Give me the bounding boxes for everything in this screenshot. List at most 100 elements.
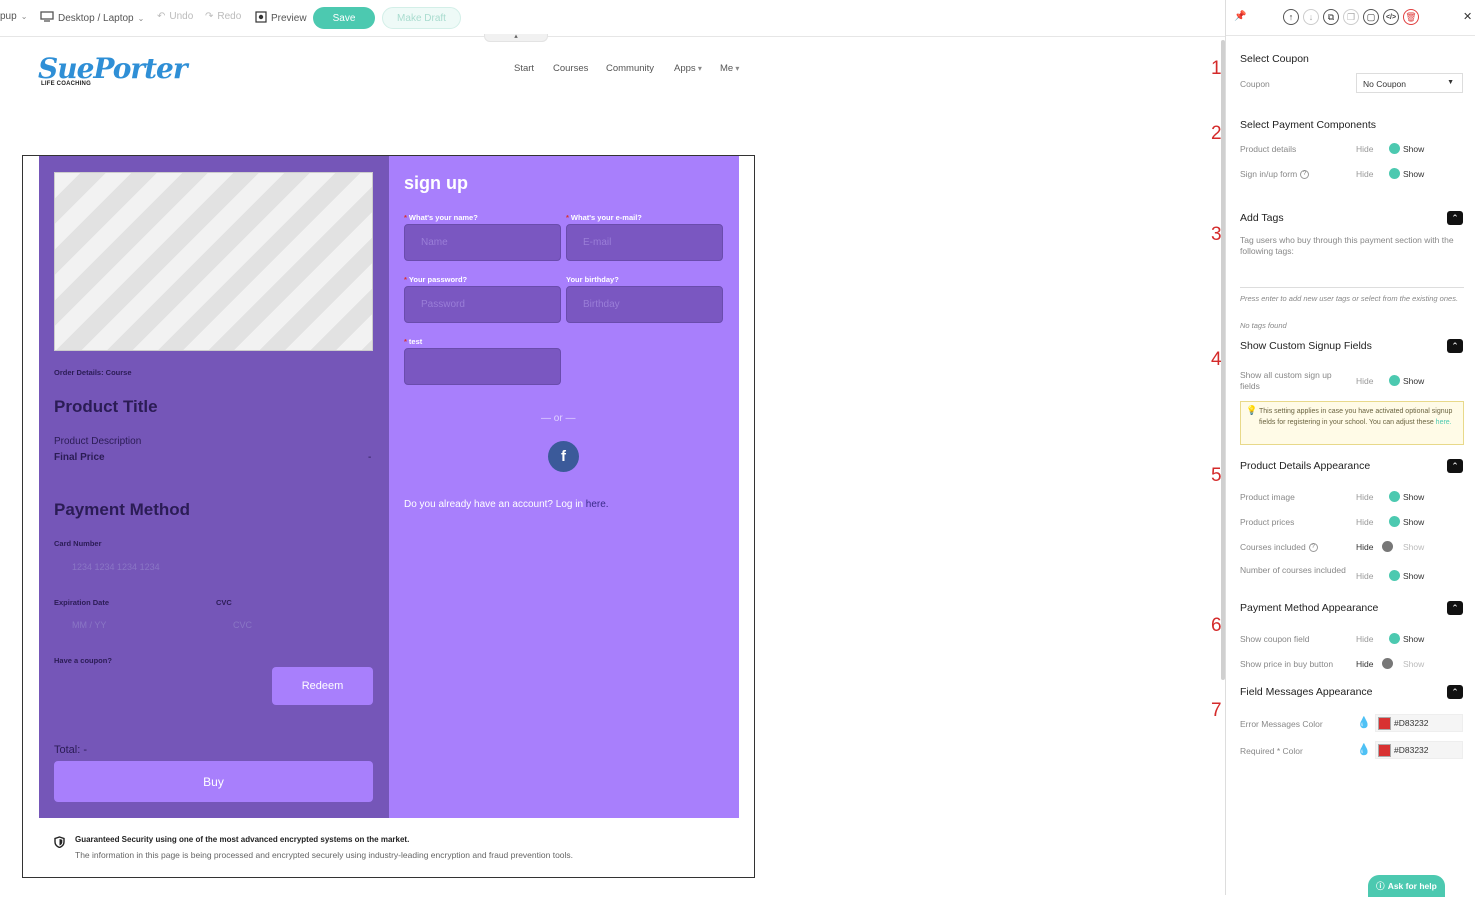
chevron-up-icon: ⌃	[1451, 686, 1459, 697]
show-option[interactable]: Show	[1403, 659, 1424, 669]
email-field[interactable]: E-mail	[566, 224, 723, 261]
buy-button[interactable]: Buy	[54, 761, 373, 802]
nav-me[interactable]: Me ▾	[720, 63, 739, 74]
nav-community[interactable]: Community	[606, 63, 654, 74]
row-label: Product image	[1240, 492, 1295, 502]
help-icon[interactable]: ?	[1308, 543, 1318, 553]
hide-option[interactable]: Hide	[1356, 169, 1373, 179]
undo-button[interactable]: ↶ Undo	[157, 11, 193, 22]
nav-courses[interactable]: Courses	[553, 63, 588, 74]
show-option[interactable]: Show	[1403, 492, 1424, 502]
toggle-product-details[interactable]	[1382, 143, 1402, 154]
toggle-sign-form[interactable]	[1382, 168, 1402, 179]
toggle-product-image[interactable]	[1382, 491, 1402, 502]
coupon-label: Have a coupon?	[54, 656, 112, 665]
collapse-button[interactable]: ⌃	[1447, 211, 1463, 225]
pin-icon[interactable]: 📌	[1234, 11, 1246, 22]
signup-heading: sign up	[404, 173, 468, 193]
ask-for-help-button[interactable]: ⓘ Ask for help	[1368, 875, 1445, 897]
toggle-courses-included[interactable]	[1382, 541, 1402, 552]
row-label: Show all custom sign up fields	[1240, 370, 1332, 391]
name-field[interactable]: Name	[404, 224, 561, 261]
test-field[interactable]	[404, 348, 561, 385]
toggle-show-price[interactable]	[1382, 658, 1402, 669]
required-marker: *	[404, 275, 407, 284]
show-option[interactable]: Show	[1403, 571, 1424, 581]
delete-icon[interactable]: 🗑	[1403, 9, 1419, 25]
make-draft-button[interactable]: Make Draft	[382, 7, 461, 29]
nav-apps[interactable]: Apps ▾	[674, 63, 702, 74]
device-dropdown[interactable]: Desktop / Laptop ⌄	[40, 11, 144, 25]
required-color-field[interactable]: #D83232	[1375, 741, 1463, 759]
hide-option[interactable]: Hide	[1356, 542, 1373, 552]
nav-start[interactable]: Start	[514, 63, 534, 74]
show-option[interactable]: Show	[1403, 169, 1424, 179]
hide-option[interactable]: Hide	[1356, 571, 1373, 581]
duplicate-icon[interactable]: ⧉	[1323, 9, 1339, 25]
facebook-login-button[interactable]: f	[548, 441, 579, 472]
show-option[interactable]: Show	[1403, 376, 1424, 386]
color-swatch[interactable]	[1378, 717, 1391, 730]
collapse-button[interactable]: ⌃	[1447, 459, 1463, 473]
birthday-field[interactable]: Birthday	[566, 286, 723, 323]
collapse-button[interactable]: ⌃	[1447, 601, 1463, 615]
password-placeholder: Password	[421, 299, 465, 310]
redo-button[interactable]: ↷ Redo	[205, 11, 241, 22]
undo-icon: ↶	[157, 11, 166, 22]
color-drop-icon[interactable]: 💧	[1357, 716, 1371, 729]
cvc-input[interactable]: CVC	[233, 620, 252, 630]
toggle-product-prices[interactable]	[1382, 516, 1402, 527]
preview-button[interactable]: Preview	[255, 11, 307, 26]
coupon-select[interactable]: No Coupon ▼	[1356, 73, 1463, 93]
chevron-up-icon: ⌃	[1451, 212, 1459, 223]
toggle-knob	[1382, 541, 1393, 552]
show-option[interactable]: Show	[1403, 144, 1424, 154]
login-prompt: Do you already have an account? Log in h…	[404, 499, 609, 510]
site-logo[interactable]: SuePorter LIFE COACHING	[38, 52, 188, 87]
cvc-label: CVC	[216, 598, 232, 607]
hide-option[interactable]: Hide	[1356, 659, 1373, 669]
move-up-icon[interactable]: ↑	[1283, 9, 1299, 25]
hide-option[interactable]: Hide	[1356, 376, 1373, 386]
toggle-number-courses[interactable]	[1382, 570, 1402, 581]
code-icon[interactable]: </>	[1383, 9, 1399, 25]
hide-option[interactable]: Hide	[1356, 492, 1373, 502]
copy-icon[interactable]: ❐	[1343, 9, 1359, 25]
section-handle[interactable]: ▴	[484, 33, 548, 42]
security-title: Guaranteed Security using one of the mos…	[75, 835, 410, 844]
required-color-value: #D83232	[1394, 745, 1429, 755]
move-down-icon[interactable]: ↓	[1303, 9, 1319, 25]
card-number-input[interactable]: 1234 1234 1234 1234	[72, 562, 160, 572]
color-drop-icon[interactable]: 💧	[1357, 743, 1371, 756]
expiration-input[interactable]: MM / YY	[72, 620, 106, 630]
color-swatch[interactable]	[1378, 744, 1391, 757]
chevron-down-icon: ⌄	[20, 12, 28, 21]
login-text: Do you already have an account? Log in	[404, 499, 584, 510]
coupon-select-value: No Coupon	[1363, 79, 1407, 89]
collapse-button[interactable]: ⌃	[1447, 685, 1463, 699]
hide-option[interactable]: Hide	[1356, 634, 1373, 644]
tags-input[interactable]	[1240, 268, 1464, 288]
toggle-custom-fields[interactable]	[1382, 375, 1402, 386]
hide-option[interactable]: Hide	[1356, 144, 1373, 154]
show-option[interactable]: Show	[1403, 634, 1424, 644]
save-button[interactable]: Save	[313, 7, 375, 29]
hide-option[interactable]: Hide	[1356, 517, 1373, 527]
section-title: Select Payment Components	[1240, 119, 1376, 131]
device-label: Desktop / Laptop	[58, 12, 134, 24]
error-color-field[interactable]: #D83232	[1375, 714, 1463, 732]
login-link[interactable]: here.	[586, 499, 609, 510]
paste-icon[interactable]: ▢	[1363, 9, 1379, 25]
popup-dropdown[interactable]: pup ⌄	[0, 11, 27, 22]
collapse-button[interactable]: ⌃	[1447, 339, 1463, 353]
info-link[interactable]: here.	[1436, 419, 1452, 426]
show-option[interactable]: Show	[1403, 542, 1424, 552]
redeem-button[interactable]: Redeem	[272, 667, 373, 705]
toggle-show-coupon[interactable]	[1382, 633, 1402, 644]
show-option[interactable]: Show	[1403, 517, 1424, 527]
error-color-value: #D83232	[1394, 718, 1429, 728]
close-icon[interactable]: ✕	[1463, 10, 1472, 23]
password-field[interactable]: Password	[404, 286, 561, 323]
help-icon[interactable]: ?	[1300, 170, 1310, 180]
row-label: Show price in buy button	[1240, 659, 1334, 669]
